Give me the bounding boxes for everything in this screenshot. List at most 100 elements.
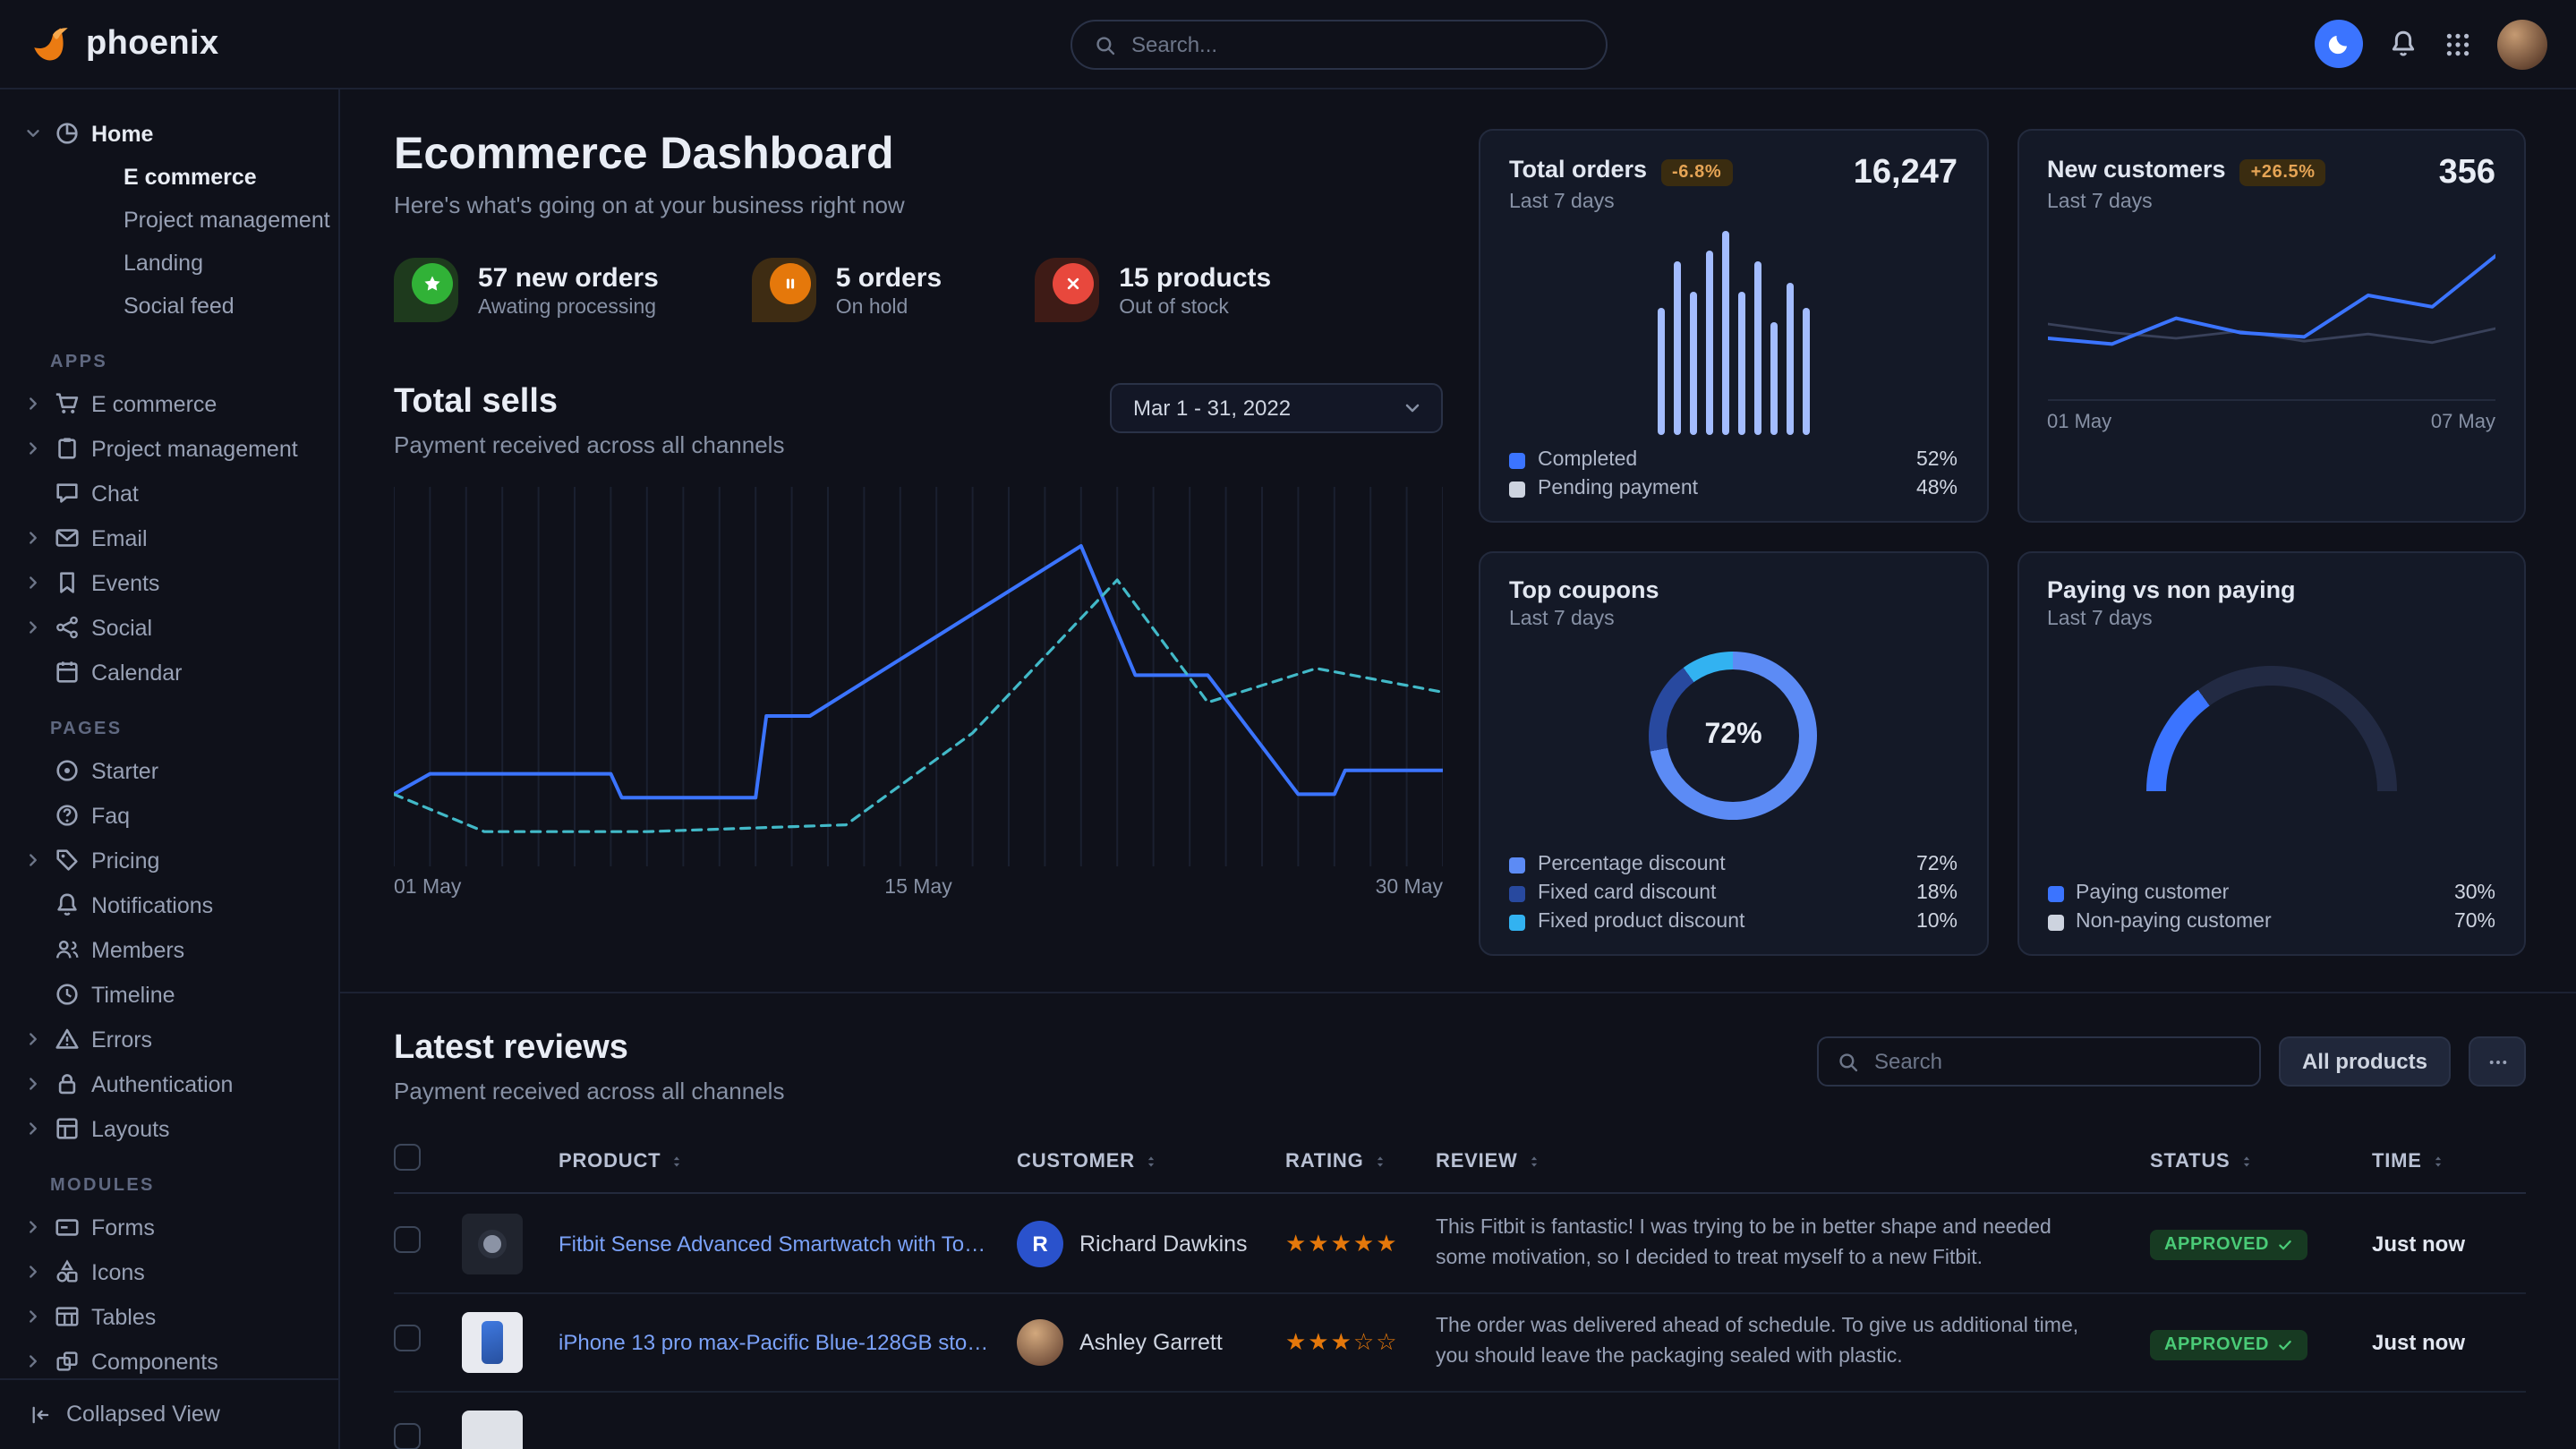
sidebar-item-layouts[interactable]: Layouts [0, 1106, 338, 1151]
sidebar-item-ecommerce[interactable]: E commerce [0, 381, 338, 426]
review-text: The order was delivered ahead of schedul… [1436, 1313, 2150, 1373]
sort-icon [2238, 1152, 2256, 1170]
top-coupons-card: Top coupons Last 7 days 72% Percentage d… [1479, 551, 1988, 956]
caret-right-icon [23, 850, 43, 870]
form-input-icon [54, 1214, 81, 1240]
check-icon [2276, 1336, 2292, 1352]
search-icon [1094, 33, 1117, 56]
pie-chart-icon [54, 120, 81, 147]
row-checkbox[interactable] [394, 1423, 421, 1449]
status-badge: APPROVED [2150, 1329, 2307, 1360]
page-title: Ecommerce Dashboard [394, 129, 1443, 181]
sort-icon [1525, 1152, 1543, 1170]
column-header-customer[interactable]: CUSTOMER [1017, 1150, 1285, 1172]
rating-stars: ★★★★★ [1285, 1229, 1399, 1256]
caret-right-icon [23, 1217, 43, 1237]
phoenix-dashboard: phoenix Home E commerce [0, 0, 2576, 1449]
navbar-search-input[interactable] [1131, 32, 1584, 57]
sidebar-item-chat[interactable]: Chat [0, 471, 338, 516]
new-customers-line-chart [2047, 220, 2495, 392]
paying-vs-non-paying-card: Paying vs non paying Last 7 days Paying … [2017, 551, 2526, 956]
reviews-search[interactable] [1817, 1036, 2261, 1087]
sidebar-item-errors[interactable]: Errors [0, 1017, 338, 1061]
paying-gauge-chart [2146, 666, 2397, 791]
product-link[interactable]: Fitbit Sense Advanced Smartwatch with To… [559, 1231, 1017, 1256]
column-header-time[interactable]: TIME [2372, 1150, 2526, 1172]
collapse-sidebar-icon [29, 1402, 52, 1426]
new-customers-x-axis: 01 May 07 May [2047, 399, 2495, 433]
check-icon [2276, 1237, 2292, 1253]
customer-name: Ashley Garrett [1079, 1330, 1223, 1355]
review-row: iPhone 13 pro max-Pacific Blue-128GB sto… [394, 1292, 2526, 1391]
navbar-actions [2315, 19, 2547, 69]
latest-reviews-title: Latest reviews [394, 1029, 784, 1069]
sidebar-item-events[interactable]: Events [0, 560, 338, 605]
sidebar-item-faq[interactable]: Faq [0, 793, 338, 838]
customer-name: Richard Dawkins [1079, 1231, 1248, 1256]
sidebar-item-forms[interactable]: Forms [0, 1205, 338, 1249]
sort-icon [668, 1152, 686, 1170]
reviews-search-input[interactable] [1874, 1049, 2241, 1074]
sidebar-item-social[interactable]: Social [0, 605, 338, 650]
sidebar-item-starter[interactable]: Starter [0, 748, 338, 793]
sidebar-item-project-management[interactable]: Project management [0, 426, 338, 471]
row-checkbox[interactable] [394, 1325, 421, 1351]
top-navbar: phoenix [0, 0, 2576, 89]
stat-orders-on-hold: 5 orders On hold [752, 258, 942, 322]
donut-center-value: 72% [1704, 720, 1761, 752]
sidebar-item-pricing[interactable]: Pricing [0, 838, 338, 882]
review-text: This Fitbit is fantastic! I was trying t… [1436, 1214, 2150, 1274]
user-avatar[interactable] [2497, 19, 2547, 69]
theme-toggle-button[interactable] [2315, 20, 2363, 68]
sidebar-item-members[interactable]: Members [0, 927, 338, 972]
sidebar-item-calendar[interactable]: Calendar [0, 650, 338, 695]
sidebar-item-components[interactable]: Components [0, 1339, 338, 1377]
sidebar-item-timeline[interactable]: Timeline [0, 972, 338, 1017]
product-link[interactable]: iPhone 13 pro max-Pacific Blue-128GB sto… [559, 1330, 1017, 1355]
legend-completed: Completed 52% [1509, 449, 1958, 471]
apps-menu-button[interactable] [2444, 30, 2472, 58]
customer-avatar [1017, 1319, 1063, 1366]
all-products-button[interactable]: All products [2279, 1036, 2451, 1087]
bell-icon [54, 891, 81, 918]
bookmark-icon [54, 569, 81, 596]
navbar-search[interactable] [1070, 20, 1608, 70]
star-icon [422, 274, 442, 294]
review-row-partial [394, 1391, 2526, 1449]
product-thumbnail[interactable] [462, 1213, 523, 1274]
product-thumbnail[interactable] [462, 1411, 523, 1449]
date-range-select[interactable]: Mar 1 - 31, 2022 [1110, 383, 1443, 433]
sidebar-item-icons[interactable]: Icons [0, 1249, 338, 1294]
sidebar-subitem-landing[interactable]: Landing [0, 242, 338, 285]
more-options-button[interactable] [2469, 1036, 2526, 1087]
column-header-product[interactable]: PRODUCT [559, 1150, 1017, 1172]
caret-right-icon [23, 394, 43, 413]
row-checkbox[interactable] [394, 1225, 421, 1252]
brand-link[interactable]: phoenix [29, 21, 219, 66]
notifications-button[interactable] [2388, 29, 2418, 59]
new-customers-value: 356 [2439, 154, 2495, 193]
column-header-status[interactable]: STATUS [2150, 1150, 2372, 1172]
sidebar-subitem-social-feed[interactable]: Social feed [0, 285, 338, 328]
sidebar-subitem-ecommerce[interactable]: E commerce [0, 156, 338, 199]
sort-icon [1142, 1152, 1160, 1170]
caret-right-icon [23, 573, 43, 592]
total-orders-card: Total orders-6.8% Last 7 days 16,247 Com… [1479, 129, 1988, 523]
new-orders-badge [394, 258, 458, 322]
brand-name: phoenix [86, 24, 219, 64]
sort-icon [2429, 1152, 2447, 1170]
column-header-review[interactable]: REVIEW [1436, 1150, 2150, 1172]
select-all-checkbox[interactable] [394, 1143, 421, 1170]
sidebar-item-tables[interactable]: Tables [0, 1294, 338, 1339]
new-customers-card: New customers+26.5% Last 7 days 356 01 M… [2017, 129, 2526, 523]
sidebar-item-home[interactable]: Home [0, 111, 338, 156]
review-time: Just now [2372, 1231, 2526, 1256]
sidebar-item-authentication[interactable]: Authentication [0, 1061, 338, 1106]
product-thumbnail[interactable] [462, 1312, 523, 1373]
sidebar-section-pages: PAGES [0, 720, 338, 739]
sidebar-subitem-project-management[interactable]: Project management [0, 199, 338, 242]
sidebar-item-email[interactable]: Email [0, 516, 338, 560]
collapsed-view-toggle[interactable]: Collapsed View [0, 1377, 338, 1449]
column-header-rating[interactable]: RATING [1285, 1150, 1436, 1172]
sidebar-item-notifications[interactable]: Notifications [0, 882, 338, 927]
